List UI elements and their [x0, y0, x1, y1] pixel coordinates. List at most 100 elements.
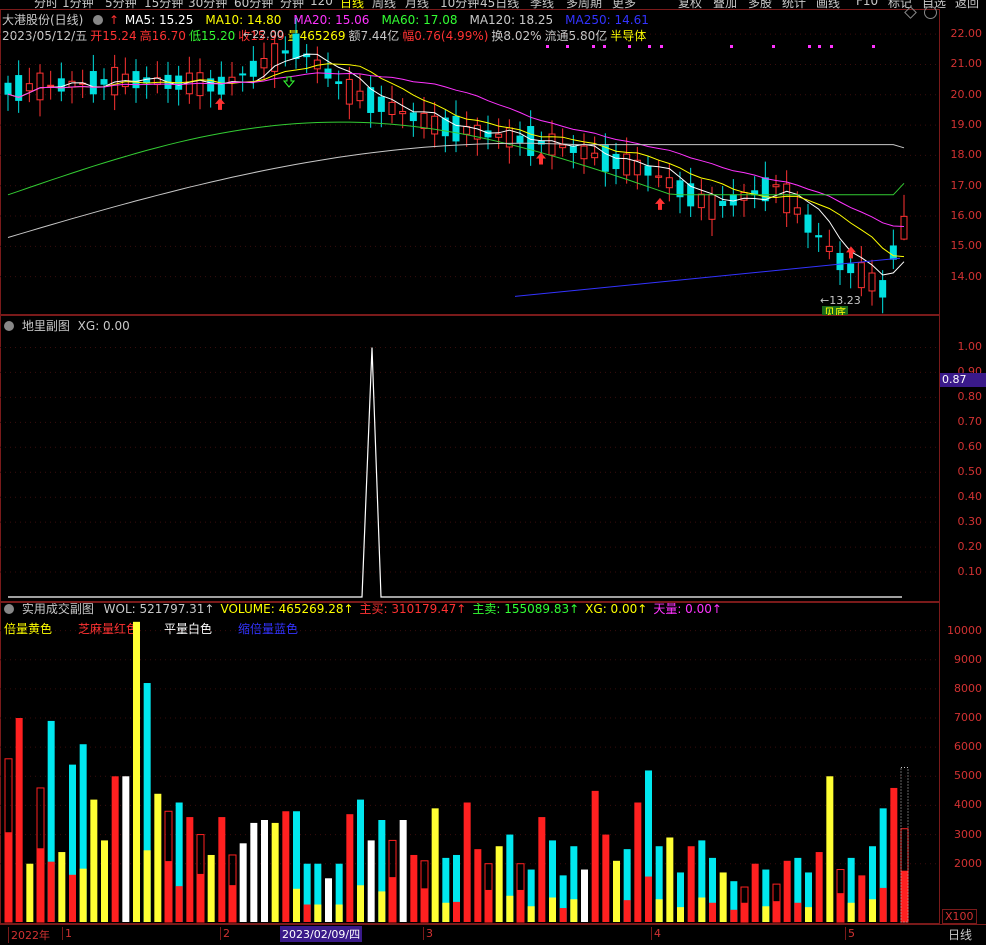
candle-body	[47, 84, 55, 87]
volume-bar-fill	[143, 850, 151, 922]
toolbar-item[interactable]: 60分钟	[234, 0, 273, 9]
volume-bar	[101, 840, 108, 922]
toolbar-item[interactable]: 10分钟	[440, 0, 479, 9]
toolbar-item[interactable]: 季线	[530, 0, 554, 9]
cursor-value-badge: 0.87	[940, 372, 986, 387]
candle-body	[793, 207, 801, 215]
toolbar-item[interactable]: 月线	[405, 0, 429, 9]
volume-bar-fill	[570, 899, 578, 922]
volume-bar	[495, 846, 503, 922]
volume-bar	[90, 799, 98, 922]
volume-bar-fill	[794, 902, 802, 922]
volume-bar-fill	[389, 877, 396, 922]
y-tick: 8000	[954, 681, 982, 695]
candle-body	[879, 280, 887, 298]
volume-bar	[122, 776, 130, 922]
candle-body	[399, 111, 407, 115]
volume-bar-chart[interactable]	[0, 602, 940, 924]
buy-arrow-icon	[215, 97, 225, 110]
toolbar-item[interactable]: 日线	[340, 0, 364, 9]
toolbar-item[interactable]: 统计	[782, 0, 806, 9]
ma120-line	[7, 142, 905, 238]
period-toolbar: 分时 1分钟 5分钟 15分钟 30分钟 60分钟 分钟 120 日线 周线 月线 10分钟 45日线 季…	[0, 0, 986, 9]
candle-body	[772, 184, 780, 188]
toolbar-item[interactable]: 更多	[612, 0, 636, 9]
volume-bar-fill	[197, 873, 204, 922]
volume-bar-fill	[847, 902, 855, 922]
y-tick: 0.80	[957, 390, 983, 404]
high-marker: ←22.00	[243, 28, 284, 41]
y-tick: 0.40	[957, 490, 983, 504]
y-tick: 2000	[954, 856, 982, 870]
toolbar-item[interactable]: 15分钟	[144, 0, 183, 9]
volume-bar	[58, 852, 66, 922]
period-label[interactable]: 日线	[948, 926, 972, 943]
candle-body	[665, 177, 673, 189]
volume-bar	[325, 878, 332, 922]
toolbar-item[interactable]: 1分钟	[62, 0, 94, 9]
toolbar-item[interactable]: 周线	[372, 0, 396, 9]
toolbar-item[interactable]: 分钟	[280, 0, 304, 9]
volume-bar	[687, 846, 695, 922]
volume-bar-fill	[837, 893, 844, 922]
volume-bar	[719, 872, 727, 922]
toolbar-item[interactable]: 120	[310, 0, 333, 8]
toolbar-item[interactable]: 多股	[748, 0, 772, 9]
y-tick: 4000	[954, 798, 982, 812]
toolbar-item[interactable]: 30分钟	[188, 0, 227, 9]
toolbar-item[interactable]: 返回	[955, 0, 979, 9]
toolbar-item[interactable]: 画线	[816, 0, 840, 9]
candle-body	[420, 112, 428, 130]
candlestick-chart[interactable]: ←22.00←13.23见底	[0, 9, 940, 315]
candle-body	[431, 115, 439, 135]
y-tick: 0.70	[957, 415, 983, 429]
toolbar-item[interactable]: 5分钟	[105, 0, 137, 9]
y-tick: 0.30	[957, 515, 983, 529]
candle-body	[271, 43, 279, 72]
candle-body	[388, 101, 396, 115]
candle-body	[57, 78, 65, 92]
toolbar-item[interactable]: 分时	[34, 0, 58, 9]
candle-body	[281, 50, 289, 54]
volume-bar-fill	[623, 900, 631, 922]
candle-body	[249, 60, 257, 77]
volume-bar	[826, 776, 834, 922]
toolbar-item[interactable]: 多周期	[566, 0, 602, 9]
volume-bar	[474, 849, 482, 922]
volume-bar	[15, 718, 23, 922]
sell-arrow-icon	[282, 76, 296, 88]
main-y-axis: 22.00 21.00 20.00 19.00 18.00 17.00 16.00 15.00…	[940, 9, 986, 315]
signal-dot	[830, 45, 833, 48]
candle-body	[196, 72, 204, 97]
candle-body	[132, 71, 140, 89]
buy-arrow-icon	[655, 197, 665, 210]
volume-bar	[26, 863, 34, 922]
toolbar-item[interactable]: 45日线	[480, 0, 519, 9]
settings-icon[interactable]	[924, 6, 937, 19]
candle-body	[313, 59, 321, 70]
candle-body	[804, 214, 812, 233]
volume-bar-fill	[655, 899, 663, 922]
volume-bar-fill	[175, 886, 183, 922]
toolbar-item[interactable]: 复权	[678, 0, 702, 9]
sub1-line-chart[interactable]	[0, 315, 940, 602]
volume-bar	[602, 834, 610, 922]
candle-body	[569, 145, 577, 153]
volume-bar-fill	[709, 902, 716, 922]
toolbar-item[interactable]: 叠加	[713, 0, 737, 9]
candle-body	[623, 153, 631, 176]
signal-dot	[730, 45, 733, 48]
volume-bar	[399, 820, 407, 922]
candle-body	[644, 165, 652, 176]
volume-bar	[634, 802, 642, 922]
volume-bar-fill	[527, 906, 535, 922]
signal-dot	[592, 45, 595, 48]
candle-body	[868, 272, 876, 292]
y-tick: 17.00	[950, 178, 983, 192]
y-tick: 10000	[947, 623, 982, 637]
volume-bar	[890, 787, 898, 922]
candle-body	[495, 133, 503, 138]
toolbar-item[interactable]: F10	[856, 0, 878, 8]
candle-body	[356, 90, 364, 102]
volume-bar-fill	[762, 906, 770, 922]
